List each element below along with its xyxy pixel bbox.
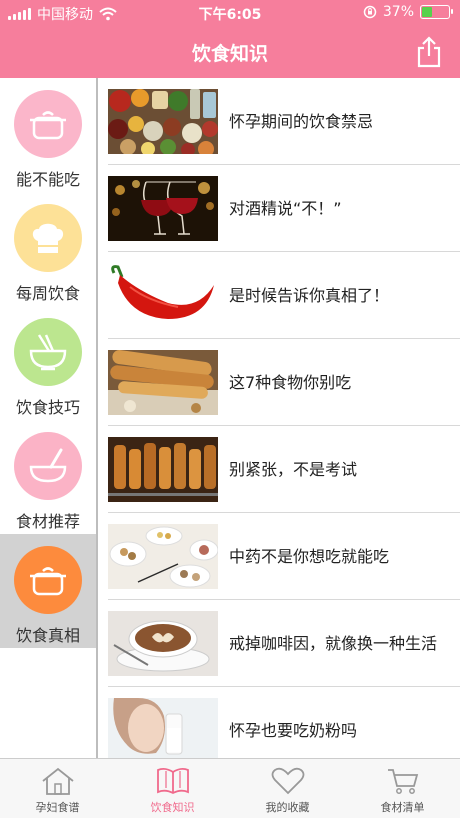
- page-title: 饮食知识: [191, 43, 268, 65]
- category-icon-circle: [14, 204, 82, 272]
- article-thumbnail: [108, 176, 218, 241]
- house-icon: [41, 767, 74, 795]
- sidebar-item-ingredient-picks[interactable]: 食材推荐: [0, 420, 96, 534]
- tab-pregnancy-recipes[interactable]: 孕妇食谱: [0, 759, 115, 818]
- article-thumbnail: [108, 89, 218, 154]
- noodle-bowl-icon: [29, 334, 67, 371]
- list-item[interactable]: 对酒精说“不！”: [98, 165, 460, 252]
- list-item[interactable]: 怀孕也要吃奶粉吗: [98, 687, 460, 758]
- article-thumbnail: [108, 611, 218, 676]
- share-icon: [417, 36, 441, 68]
- article-title: 这7种食物你别吃: [229, 372, 352, 392]
- article-thumbnail: [108, 698, 218, 758]
- pot-icon: [30, 567, 66, 596]
- chef-hat-icon: [32, 223, 64, 253]
- article-thumbnail: [108, 524, 218, 589]
- tab-my-favorites[interactable]: 我的收藏: [230, 759, 345, 818]
- cart-icon: [387, 769, 418, 794]
- sidebar-item-weekly-diet[interactable]: 每周饮食: [0, 192, 96, 306]
- tab-ingredient-list[interactable]: 食材清单: [345, 759, 460, 818]
- heart-icon: [271, 767, 304, 795]
- list-item[interactable]: 这7种食物你别吃: [98, 339, 460, 426]
- sidebar-item-label: 能不能吃: [15, 170, 80, 189]
- list-item[interactable]: 中药不是你想吃就能吃: [98, 513, 460, 600]
- sidebar-item-label: 食材推荐: [15, 512, 80, 531]
- article-list: 怀孕期间的饮食禁忌 对酒精说“不！” 是时候告诉你真相了！ 这7种食物你别吃 别…: [98, 78, 460, 758]
- category-icon-circle: [14, 318, 82, 386]
- article-thumbnail: [108, 437, 218, 502]
- sidebar-item-label: 每周饮食: [15, 284, 80, 303]
- tab-label: 我的收藏: [265, 801, 310, 814]
- nav-bar: 饮食知识: [0, 26, 460, 78]
- article-title: 中药不是你想吃就能吃: [229, 546, 390, 566]
- article-title: 戒掉咖啡因，就像换一种生活: [229, 633, 438, 653]
- tab-diet-knowledge[interactable]: 饮食知识: [115, 759, 230, 818]
- list-item[interactable]: 怀孕期间的饮食禁忌: [98, 78, 460, 165]
- tab-label: 孕妇食谱: [35, 801, 80, 814]
- sidebar-item-diet-truth[interactable]: 饮食真相: [0, 534, 96, 648]
- list-item[interactable]: 别紧张，不是考试: [98, 426, 460, 513]
- article-title: 是时候告诉你真相了！: [229, 285, 390, 305]
- sidebar-item-label: 饮食技巧: [15, 398, 80, 417]
- share-button[interactable]: [416, 36, 442, 68]
- article-title: 怀孕期间的饮食禁忌: [229, 111, 374, 131]
- article-thumbnail: [108, 350, 218, 415]
- battery-percent: 37%: [382, 4, 414, 20]
- sidebar-item-edible[interactable]: 能不能吃: [0, 78, 96, 192]
- pot-icon: [30, 111, 66, 140]
- tab-label: 饮食知识: [150, 801, 195, 814]
- category-sidebar: 能不能吃 每周饮食 饮食技巧 食材推荐 饮食真相: [0, 78, 98, 758]
- article-title: 别紧张，不是考试: [229, 459, 358, 479]
- status-bar: 中国移动 下午6:05 37%: [0, 0, 460, 26]
- tab-bar: 孕妇食谱 饮食知识 我的收藏 食材清单: [0, 758, 460, 818]
- sidebar-item-diet-tips[interactable]: 饮食技巧: [0, 306, 96, 420]
- category-icon-circle: [14, 546, 82, 614]
- mixing-bowl-icon: [29, 448, 67, 483]
- list-item[interactable]: 戒掉咖啡因，就像换一种生活: [98, 600, 460, 687]
- battery-icon: [420, 5, 453, 19]
- sidebar-item-label: 饮食真相: [15, 626, 80, 645]
- list-item[interactable]: 是时候告诉你真相了！: [98, 252, 460, 339]
- article-title: 怀孕也要吃奶粉吗: [229, 720, 358, 740]
- article-thumbnail: [108, 263, 218, 328]
- category-icon-circle: [14, 90, 82, 158]
- tab-label: 食材清单: [380, 801, 425, 814]
- category-icon-circle: [14, 432, 82, 500]
- orientation-lock-icon: [363, 5, 377, 19]
- article-title: 对酒精说“不！”: [229, 198, 342, 218]
- book-icon: [156, 767, 189, 795]
